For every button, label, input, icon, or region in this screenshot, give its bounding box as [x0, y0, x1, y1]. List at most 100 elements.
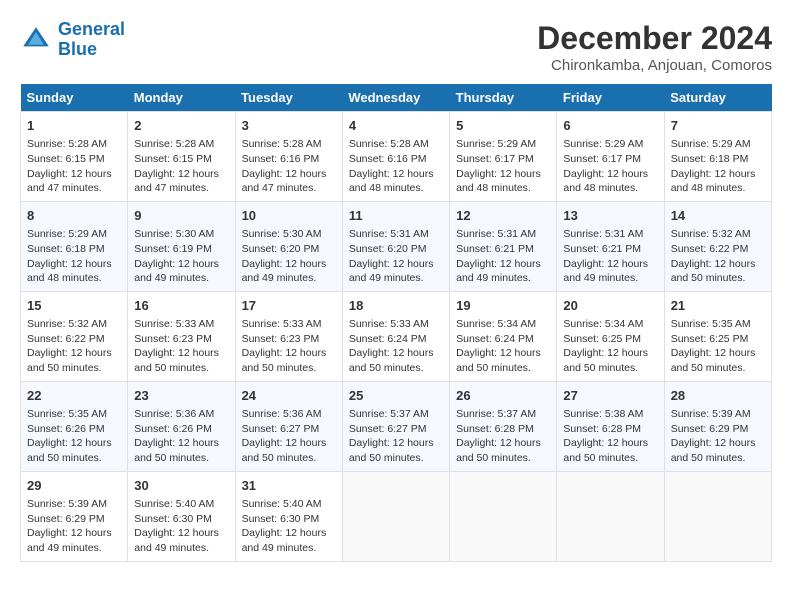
sunrise-label: Sunrise: 5:29 AM: [671, 138, 751, 150]
calendar-day-cell: 12Sunrise: 5:31 AMSunset: 6:21 PMDayligh…: [450, 201, 557, 291]
daylight-label: Daylight: 12 hours and 47 minutes.: [134, 168, 219, 195]
sunset-label: Sunset: 6:22 PM: [27, 333, 105, 345]
day-number: 18: [349, 297, 443, 315]
sunrise-label: Sunrise: 5:37 AM: [349, 408, 429, 420]
calendar-week-row: 8Sunrise: 5:29 AMSunset: 6:18 PMDaylight…: [21, 201, 772, 291]
sunset-label: Sunset: 6:17 PM: [563, 153, 641, 165]
calendar-day-cell: 29Sunrise: 5:39 AMSunset: 6:29 PMDayligh…: [21, 471, 128, 561]
sunset-label: Sunset: 6:27 PM: [349, 423, 427, 435]
calendar-day-cell: 18Sunrise: 5:33 AMSunset: 6:24 PMDayligh…: [342, 291, 449, 381]
sunrise-label: Sunrise: 5:28 AM: [242, 138, 322, 150]
daylight-label: Daylight: 12 hours and 50 minutes.: [456, 437, 541, 464]
daylight-label: Daylight: 12 hours and 50 minutes.: [563, 347, 648, 374]
sunset-label: Sunset: 6:18 PM: [671, 153, 749, 165]
calendar-day-cell: 24Sunrise: 5:36 AMSunset: 6:27 PMDayligh…: [235, 381, 342, 471]
daylight-label: Daylight: 12 hours and 50 minutes.: [563, 437, 648, 464]
logo-line1: General: [58, 19, 125, 39]
daylight-label: Daylight: 12 hours and 50 minutes.: [242, 347, 327, 374]
calendar-day-cell: [557, 471, 664, 561]
sunset-label: Sunset: 6:23 PM: [242, 333, 320, 345]
day-number: 20: [563, 297, 657, 315]
calendar-day-cell: 14 Sunrise: 5:32 AM Sunset: 6:22 PM Dayligh…: [664, 201, 771, 291]
calendar-header-cell: Friday: [557, 84, 664, 112]
sunset-label: Sunset: 6:24 PM: [456, 333, 534, 345]
sunrise-label: Sunrise: 5:34 AM: [563, 318, 643, 330]
sunrise-label: Sunrise: 5:28 AM: [349, 138, 429, 150]
calendar-day-cell: 23Sunrise: 5:36 AMSunset: 6:26 PMDayligh…: [128, 381, 235, 471]
calendar-day-cell: 25 Sunrise: 5:37 AM Sunset: 6:27 PM Dayligh…: [342, 381, 449, 471]
calendar-day-cell: 31Sunrise: 5:40 AMSunset: 6:30 PMDayligh…: [235, 471, 342, 561]
daylight-label: Daylight: 12 hours and 47 minutes.: [242, 168, 327, 195]
calendar-week-row: 1Sunrise: 5:28 AMSunset: 6:15 PMDaylight…: [21, 112, 772, 202]
calendar-header-cell: Wednesday: [342, 84, 449, 112]
day-number: 14: [671, 207, 765, 225]
daylight-label: Daylight: 12 hours and 48 minutes.: [349, 168, 434, 195]
day-number: 30: [134, 477, 228, 495]
day-number: 23: [134, 387, 228, 405]
calendar-day-cell: 1Sunrise: 5:28 AMSunset: 6:15 PMDaylight…: [21, 112, 128, 202]
day-number: 9: [134, 207, 228, 225]
sunrise-label: Sunrise: 5:37 AM: [456, 408, 536, 420]
calendar-day-cell: 6Sunrise: 5:29 AMSunset: 6:17 PMDaylight…: [557, 112, 664, 202]
calendar-week-row: 29Sunrise: 5:39 AMSunset: 6:29 PMDayligh…: [21, 471, 772, 561]
sunrise-label: Sunrise: 5:30 AM: [242, 228, 322, 240]
sunrise-label: Sunrise: 5:35 AM: [671, 318, 751, 330]
sunrise-label: Sunrise: 5:30 AM: [134, 228, 214, 240]
daylight-label: Daylight: 12 hours and 50 minutes.: [349, 437, 434, 464]
sunrise-label: Sunrise: 5:34 AM: [456, 318, 536, 330]
daylight-label: Daylight: 12 hours and 47 minutes.: [27, 168, 112, 195]
sunset-label: Sunset: 6:23 PM: [134, 333, 212, 345]
day-number: 25: [349, 387, 443, 405]
sunset-label: Sunset: 6:30 PM: [242, 513, 320, 525]
day-number: 21: [671, 297, 765, 315]
calendar-day-cell: 5Sunrise: 5:29 AMSunset: 6:17 PMDaylight…: [450, 112, 557, 202]
calendar-day-cell: 7Sunrise: 5:29 AMSunset: 6:18 PMDaylight…: [664, 112, 771, 202]
sunrise-label: Sunrise: 5:33 AM: [349, 318, 429, 330]
logo-text: General Blue: [58, 20, 125, 60]
daylight-label: Daylight: 12 hours and 49 minutes.: [456, 258, 541, 285]
title-block: December 2024 Chironkamba, Anjouan, Como…: [537, 20, 772, 74]
day-number: 6: [563, 117, 657, 135]
logo-line2: Blue: [58, 39, 97, 59]
daylight-label: Daylight: 12 hours and 48 minutes.: [27, 258, 112, 285]
daylight-label: Daylight: 12 hours and 49 minutes.: [563, 258, 648, 285]
day-number: 15: [27, 297, 121, 315]
day-number: 26: [456, 387, 550, 405]
logo: General Blue: [20, 20, 125, 60]
sunrise-label: Sunrise: 5:28 AM: [134, 138, 214, 150]
sunset-label: Sunset: 6:22 PM: [671, 243, 749, 255]
calendar-table: SundayMondayTuesdayWednesdayThursdayFrid…: [20, 84, 772, 562]
sunset-label: Sunset: 6:25 PM: [671, 333, 749, 345]
daylight-label: Daylight: 12 hours and 50 minutes.: [671, 347, 756, 374]
calendar-header-cell: Thursday: [450, 84, 557, 112]
daylight-label: Daylight: 12 hours and 50 minutes.: [134, 347, 219, 374]
page-header: General Blue December 2024 Chironkamba, …: [20, 20, 772, 74]
sunset-label: Sunset: 6:19 PM: [134, 243, 212, 255]
calendar-day-cell: 8Sunrise: 5:29 AMSunset: 6:18 PMDaylight…: [21, 201, 128, 291]
calendar-day-cell: 10Sunrise: 5:30 AMSunset: 6:20 PMDayligh…: [235, 201, 342, 291]
sunrise-label: Sunrise: 5:31 AM: [563, 228, 643, 240]
day-number: 12: [456, 207, 550, 225]
calendar-day-cell: 2Sunrise: 5:28 AMSunset: 6:15 PMDaylight…: [128, 112, 235, 202]
daylight-label: Daylight: 12 hours and 49 minutes.: [242, 527, 327, 554]
calendar-day-cell: 13Sunrise: 5:31 AMSunset: 6:21 PMDayligh…: [557, 201, 664, 291]
sunset-label: Sunset: 6:20 PM: [242, 243, 320, 255]
daylight-label: Daylight: 12 hours and 49 minutes.: [27, 527, 112, 554]
sunset-label: Sunset: 6:15 PM: [27, 153, 105, 165]
sunset-label: Sunset: 6:15 PM: [134, 153, 212, 165]
daylight-label: Daylight: 12 hours and 48 minutes.: [671, 168, 756, 195]
calendar-day-cell: 26Sunrise: 5:37 AMSunset: 6:28 PMDayligh…: [450, 381, 557, 471]
daylight-label: Daylight: 12 hours and 48 minutes.: [456, 168, 541, 195]
sunrise-label: Sunrise: 5:32 AM: [671, 228, 751, 240]
sunset-label: Sunset: 6:18 PM: [27, 243, 105, 255]
sunrise-label: Sunrise: 5:39 AM: [27, 498, 107, 510]
sunrise-label: Sunrise: 5:31 AM: [456, 228, 536, 240]
sunrise-label: Sunrise: 5:36 AM: [242, 408, 322, 420]
day-number: 31: [242, 477, 336, 495]
daylight-label: Daylight: 12 hours and 50 minutes.: [27, 437, 112, 464]
subtitle: Chironkamba, Anjouan, Comoros: [537, 57, 772, 74]
day-number: 17: [242, 297, 336, 315]
calendar-header-cell: Saturday: [664, 84, 771, 112]
sunrise-label: Sunrise: 5:32 AM: [27, 318, 107, 330]
daylight-label: Daylight: 12 hours and 50 minutes.: [671, 258, 756, 285]
